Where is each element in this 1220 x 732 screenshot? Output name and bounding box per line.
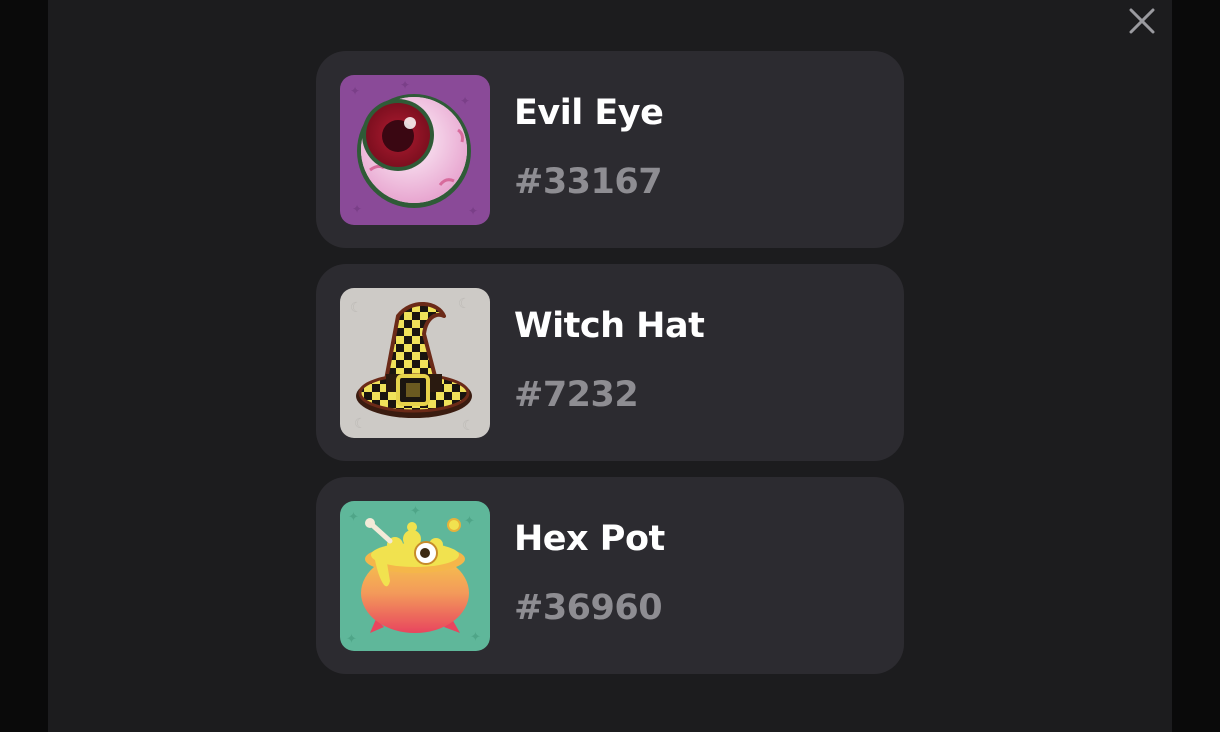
item-name: Evil Eye [514,93,664,133]
svg-text:☾: ☾ [462,418,475,434]
svg-text:✦: ✦ [464,514,475,529]
svg-text:✦: ✦ [400,78,410,92]
close-icon [1129,8,1155,34]
item-name: Hex Pot [514,519,665,559]
cauldron-icon: ✦ ✦ ✦ ✦ ✦ [340,501,490,651]
svg-text:✦: ✦ [348,510,359,525]
close-button[interactable] [1126,5,1158,37]
item-number: #7232 [514,375,639,415]
item-name: Witch Hat [514,306,705,346]
svg-text:✦: ✦ [470,630,481,645]
item-card-hex-pot[interactable]: ✦ ✦ ✦ ✦ ✦ Hex Pot #36960 [316,477,904,674]
item-list: ✦ ✦ ✦ ✦ ✦ Evil Eye #33167 ☾ ☾ ☾ ☾ Witch … [316,51,904,690]
svg-text:☾: ☾ [354,416,367,432]
hex-pot-thumbnail: ✦ ✦ ✦ ✦ ✦ [340,501,490,651]
witch-hat-icon: ☾ ☾ ☾ ☾ [340,288,490,438]
svg-text:✦: ✦ [350,84,360,98]
evil-eye-icon: ✦ ✦ ✦ ✦ ✦ [340,75,490,225]
svg-text:☾: ☾ [458,296,471,312]
svg-text:✦: ✦ [346,632,357,647]
witch-hat-thumbnail: ☾ ☾ ☾ ☾ [340,288,490,438]
svg-text:✦: ✦ [410,504,421,519]
svg-text:✦: ✦ [352,202,362,216]
item-number: #33167 [514,162,663,202]
item-card-evil-eye[interactable]: ✦ ✦ ✦ ✦ ✦ Evil Eye #33167 [316,51,904,248]
svg-text:✦: ✦ [468,204,478,218]
svg-text:☾: ☾ [350,300,363,316]
modal-sheet: ✦ ✦ ✦ ✦ ✦ Evil Eye #33167 ☾ ☾ ☾ ☾ Witch … [48,0,1172,732]
evil-eye-thumbnail: ✦ ✦ ✦ ✦ ✦ [340,75,490,225]
svg-text:✦: ✦ [460,94,470,108]
item-number: #36960 [514,588,663,628]
item-card-witch-hat[interactable]: ☾ ☾ ☾ ☾ Witch Hat #7232 [316,264,904,461]
